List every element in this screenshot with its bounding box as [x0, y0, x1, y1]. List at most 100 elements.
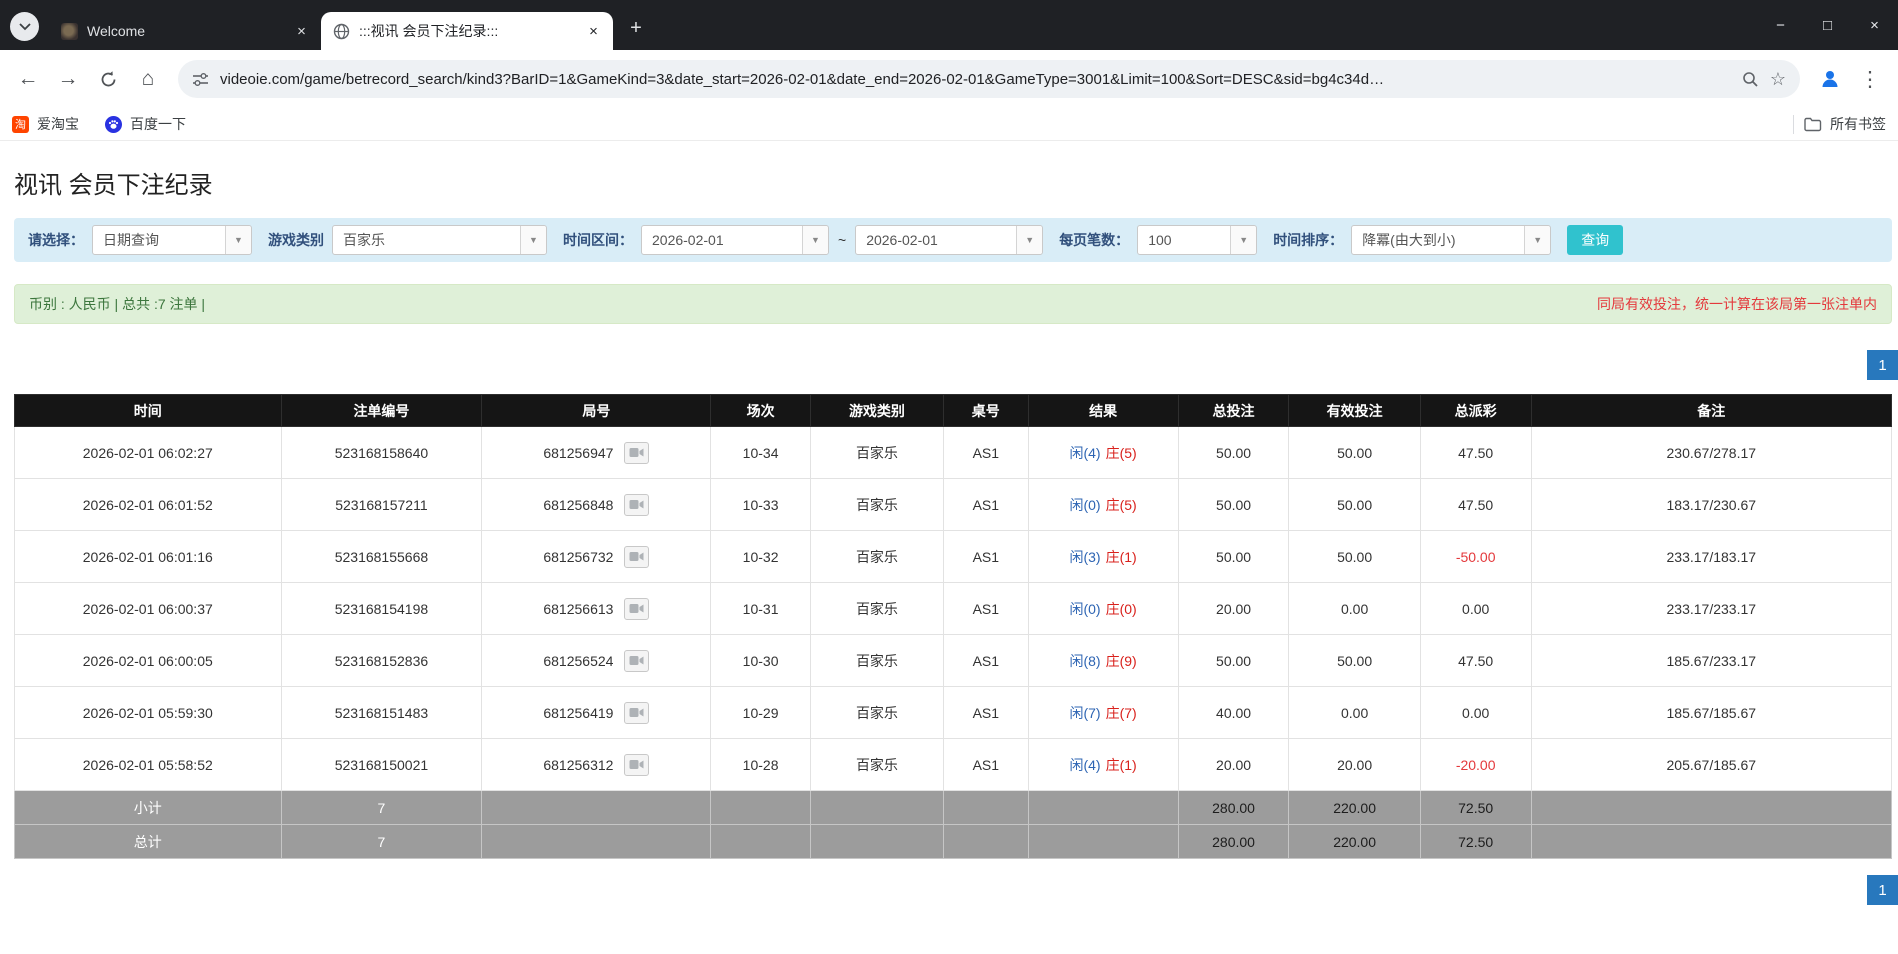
tab-bet-record[interactable]: :::视讯 会员下注纪录::: × — [321, 12, 613, 50]
date-end-select[interactable]: 2026-02-01 ▼ — [855, 225, 1044, 255]
tab-welcome[interactable]: Welcome × — [49, 12, 321, 50]
date-start-select[interactable]: 2026-02-01 ▼ — [641, 225, 829, 255]
page-number-button[interactable]: 1 — [1867, 875, 1898, 905]
search-button[interactable]: 查询 — [1567, 225, 1624, 255]
page-size-value: 100 — [1148, 232, 1172, 248]
query-type-select[interactable]: 日期查询 ▼ — [92, 225, 252, 255]
bookmark-star-icon[interactable]: ☆ — [1770, 69, 1786, 90]
round-number: 681256312 — [543, 756, 614, 773]
all-bookmarks-button[interactable]: 所有书签 — [1804, 114, 1886, 134]
chevron-down-icon[interactable]: ▼ — [520, 226, 546, 254]
video-button[interactable] — [624, 545, 650, 568]
profile-button[interactable] — [1812, 61, 1848, 97]
total-bet-link[interactable]: 40.00 — [1177, 686, 1290, 739]
subtotal-valid-bet: 220.00 — [1288, 790, 1421, 825]
bookmark-taobao[interactable]: 淘 爱淘宝 — [12, 114, 79, 134]
chevron-down-icon[interactable]: ▼ — [1524, 226, 1551, 254]
round-number: 681256848 — [543, 496, 614, 513]
address-bar[interactable]: videoie.com/game/betrecord_search/kind3?… — [178, 60, 1800, 98]
chevron-down-icon[interactable]: ▼ — [1016, 226, 1043, 254]
session: 10-31 — [710, 582, 811, 635]
chevron-down-icon[interactable]: ▼ — [1230, 226, 1257, 254]
result-cell: 闲(4) 庄(5) — [1027, 426, 1179, 479]
forward-button[interactable]: → — [50, 61, 86, 97]
back-button[interactable]: ← — [10, 61, 46, 97]
total-bet-link[interactable]: 50.00 — [1177, 478, 1290, 531]
total-bet-link[interactable]: 50.00 — [1177, 530, 1290, 583]
valid-bet: 50.00 — [1288, 426, 1421, 479]
video-button[interactable] — [624, 753, 650, 776]
video-button[interactable] — [624, 701, 650, 724]
url-text[interactable]: videoie.com/game/betrecord_search/kind3?… — [220, 71, 1731, 88]
session: 10-34 — [710, 426, 811, 479]
video-button[interactable] — [624, 493, 650, 516]
session: 10-29 — [710, 686, 811, 739]
total-bet-link[interactable]: 20.00 — [1177, 738, 1290, 791]
chevron-down-icon[interactable]: ▼ — [225, 226, 251, 254]
video-icon — [629, 656, 644, 665]
zoom-button[interactable] — [1742, 71, 1759, 88]
game-type-select[interactable]: 百家乐 ▼ — [332, 225, 547, 255]
sort-order-select[interactable]: 降冪(由大到小) ▼ — [1351, 225, 1552, 255]
video-button[interactable] — [624, 441, 650, 464]
tab-close-icon[interactable]: × — [292, 22, 311, 41]
game-type: 百家乐 — [809, 686, 945, 739]
result-cell: 闲(0) 庄(0) — [1027, 582, 1179, 635]
round-cell: 681256947 — [481, 426, 712, 479]
browser-titlebar: Welcome × :::视讯 会员下注纪录::: × + − □ × — [0, 0, 1898, 50]
table-number: AS1 — [943, 530, 1029, 583]
bookmarks-bar: 淘 爱淘宝 百度一下 所有书签 — [0, 108, 1898, 141]
total-label: 总计 — [14, 824, 282, 859]
tab-close-icon[interactable]: × — [584, 22, 603, 41]
video-button[interactable] — [624, 649, 650, 672]
result-player: 闲(0) — [1069, 600, 1101, 617]
total-bet-link[interactable]: 50.00 — [1177, 634, 1290, 687]
maximize-button[interactable]: □ — [1804, 0, 1851, 50]
result-banker: 庄(5) — [1105, 444, 1137, 461]
site-settings-icon — [193, 72, 208, 86]
round-number: 681256613 — [543, 600, 614, 617]
chevron-down-icon[interactable]: ▼ — [802, 226, 828, 254]
total-bet-link[interactable]: 20.00 — [1177, 582, 1290, 635]
minimize-button[interactable]: − — [1757, 0, 1804, 50]
window-close-button[interactable]: × — [1851, 0, 1898, 50]
total-row: 总计 7 280.00 220.00 72.50 — [14, 824, 1893, 859]
game-type: 百家乐 — [809, 478, 945, 531]
select-type-label: 请选择： — [28, 232, 84, 248]
tab-search-button[interactable] — [10, 12, 39, 41]
home-button[interactable]: ⌂ — [130, 61, 166, 97]
table-row: 2026-02-01 06:02:27 523168158640 6812569… — [14, 426, 1893, 479]
date-end-value: 2026-02-01 — [866, 232, 938, 248]
page-size-select[interactable]: 100 ▼ — [1137, 225, 1258, 255]
round-number: 681256732 — [543, 548, 614, 565]
page-number-button[interactable]: 1 — [1867, 350, 1898, 380]
bet-id: 523168158640 — [280, 426, 483, 479]
result-banker: 庄(7) — [1105, 704, 1137, 721]
result-player: 闲(7) — [1069, 704, 1101, 721]
bookmark-baidu[interactable]: 百度一下 — [105, 114, 186, 134]
table-number: AS1 — [943, 634, 1029, 687]
window-controls: − □ × — [1757, 0, 1898, 50]
total-bet-link[interactable]: 50.00 — [1177, 426, 1290, 479]
col-header-time: 时间 — [14, 394, 282, 427]
bet-id: 523168151483 — [280, 686, 483, 739]
session: 10-32 — [710, 530, 811, 583]
bet-id: 523168155668 — [280, 530, 483, 583]
col-header-payout: 总派彩 — [1419, 394, 1532, 427]
col-header-note: 备注 — [1530, 394, 1893, 427]
payout: 47.50 — [1419, 634, 1532, 687]
bet-time: 2026-02-01 06:01:16 — [14, 530, 282, 583]
round-cell: 681256312 — [481, 738, 712, 791]
total-total-bet: 280.00 — [1177, 824, 1290, 859]
new-tab-button[interactable]: + — [621, 13, 651, 43]
game-type: 百家乐 — [809, 426, 945, 479]
profile-icon — [1822, 71, 1838, 87]
table-number: AS1 — [943, 738, 1029, 791]
result-banker: 庄(1) — [1105, 548, 1137, 565]
result-banker: 庄(5) — [1105, 496, 1137, 513]
pagination-bottom: 1 — [14, 875, 1898, 905]
reload-button[interactable] — [90, 61, 126, 97]
video-button[interactable] — [624, 597, 650, 620]
menu-button[interactable]: ⋮ — [1852, 61, 1888, 97]
payout: 0.00 — [1419, 582, 1532, 635]
